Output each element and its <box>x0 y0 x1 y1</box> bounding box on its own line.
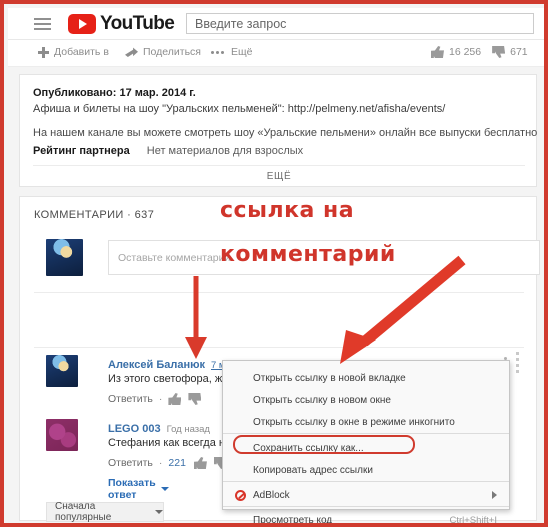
more-label: Ещё <box>231 46 253 58</box>
published-date: 17 мар. 2014 г. <box>119 87 196 99</box>
add-to-label: Добавить в <box>54 46 109 58</box>
share-label: Поделиться <box>143 46 201 58</box>
description-show-more-button[interactable]: ЕЩЁ <box>20 171 538 182</box>
menu-item-open-new-window[interactable]: Открыть ссылку в новом окне <box>223 390 509 410</box>
logo-text: YouTube <box>100 13 175 34</box>
show-replies-button[interactable]: Показать ответ <box>108 477 169 501</box>
menu-divider <box>223 433 509 434</box>
browser-context-menu: Открыть ссылку в новой вкладке Открыть с… <box>222 360 510 523</box>
comment-input-placeholder: Оставьте комментарий <box>118 252 231 264</box>
scrollbar-dots[interactable] <box>516 352 519 376</box>
comment-avatar <box>46 355 78 387</box>
show-replies-label: Показать ответ <box>108 477 156 501</box>
play-icon <box>68 14 96 34</box>
menu-item-save-link-as[interactable]: Сохранить ссылку как... <box>223 438 509 458</box>
published-label: Опубликовано: <box>33 87 117 99</box>
chevron-down-icon <box>160 487 169 491</box>
comment-thumb-up-icon[interactable] <box>193 457 207 469</box>
menu-item-label: Открыть ссылку в новом окне <box>253 394 391 406</box>
thumb-up-icon[interactable] <box>431 46 444 58</box>
menu-item-label: Открыть ссылку в новой вкладке <box>253 372 406 384</box>
partner-rating-label: Рейтинг партнера <box>33 145 130 157</box>
top-bar: YouTube Введите запрос <box>8 8 544 40</box>
vote-group: 16 256 671 <box>431 46 528 58</box>
menu-divider <box>223 481 509 482</box>
ellipsis-icon <box>211 50 226 54</box>
menu-item-shortcut: Ctrl+Shift+I <box>449 514 497 526</box>
published-line: Опубликовано: 17 мар. 2014 г. <box>33 87 196 99</box>
video-action-bar: Добавить в Поделиться Ещё 16 256 671 <box>8 40 544 67</box>
comment-thumb-down-icon[interactable] <box>188 393 202 405</box>
dislike-count: 671 <box>510 46 528 58</box>
current-user-avatar <box>46 239 83 276</box>
comment-author[interactable]: LEGO 003 <box>108 423 161 435</box>
description-divider <box>33 165 525 166</box>
youtube-logo[interactable]: YouTube <box>68 13 175 34</box>
hamburger-icon[interactable] <box>34 18 51 30</box>
search-input[interactable]: Введите запрос <box>186 13 534 34</box>
comments-divider-mid <box>34 347 524 348</box>
submenu-arrow-icon <box>492 491 497 499</box>
menu-item-open-new-tab[interactable]: Открыть ссылку в новой вкладке <box>223 368 509 388</box>
annotation-line-1: ссылка на <box>220 198 355 223</box>
partner-rating-value: Нет материалов для взрослых <box>146 145 304 157</box>
comment-action-separator: · <box>158 457 163 469</box>
menu-divider <box>223 506 509 507</box>
comments-divider-top <box>34 292 524 293</box>
more-button[interactable]: Ещё <box>211 46 252 58</box>
comment-timestamp: Год назад <box>166 424 210 435</box>
comment-author[interactable]: Алексей Баланюк <box>108 359 205 371</box>
menu-item-inspect[interactable]: Просмотреть код Ctrl+Shift+I <box>223 510 509 526</box>
thumb-down-icon[interactable] <box>492 46 506 58</box>
screenshot-frame: YouTube Введите запрос Добавить в Подели… <box>0 0 548 527</box>
comment-avatar <box>46 419 78 451</box>
comment-thumb-up-icon[interactable] <box>168 393 182 405</box>
plus-icon <box>38 46 49 58</box>
menu-item-label: Открыть ссылку в окне в режиме инкогнито <box>253 416 455 428</box>
menu-item-label: Копировать адрес ссылки <box>253 464 373 476</box>
comments-sort-button[interactable]: Сначала популярные <box>46 501 164 523</box>
partner-rating-line: Рейтинг партнера Нет материалов для взро… <box>33 145 303 157</box>
menu-item-label: Просмотреть код <box>253 514 333 526</box>
tickets-line: Афиша и билеты на шоу "Уральских пельмен… <box>33 103 446 115</box>
comment-like-count: 221 <box>168 457 186 469</box>
like-count: 16 256 <box>449 46 482 58</box>
comment-action-separator: · <box>158 393 163 405</box>
share-icon <box>125 47 138 57</box>
comment-reply-button[interactable]: Ответить <box>108 393 153 405</box>
share-button[interactable]: Поделиться <box>125 46 201 58</box>
annotation-line-2: комментарий <box>220 242 396 267</box>
comment-actions: Ответить · <box>108 393 202 405</box>
menu-item-label: Сохранить ссылку как... <box>253 442 364 454</box>
menu-item-open-incognito[interactable]: Открыть ссылку в окне в режиме инкогнито <box>223 412 509 432</box>
menu-item-copy-link-address[interactable]: Копировать адрес ссылки <box>223 460 509 480</box>
chevron-down-icon <box>155 510 163 514</box>
menu-item-label: AdBlock <box>253 489 290 501</box>
video-description-card: Опубликовано: 17 мар. 2014 г. Афиша и би… <box>19 74 537 187</box>
search-placeholder: Введите запрос <box>195 17 287 31</box>
comments-header: КОММЕНТАРИИ · 637 <box>34 209 155 221</box>
adblock-icon <box>235 489 246 501</box>
comment-author-row: LEGO 003 Год назад <box>108 419 210 437</box>
menu-item-adblock[interactable]: AdBlock <box>223 485 509 505</box>
channel-line: На нашем канале вы можете смотреть шоу «… <box>33 127 538 139</box>
comment-actions: Ответить · 221 <box>108 457 227 469</box>
add-to-button[interactable]: Добавить в <box>38 46 109 58</box>
comments-sort-label: Сначала популярные <box>55 501 112 523</box>
comment-reply-button[interactable]: Ответить <box>108 457 153 469</box>
